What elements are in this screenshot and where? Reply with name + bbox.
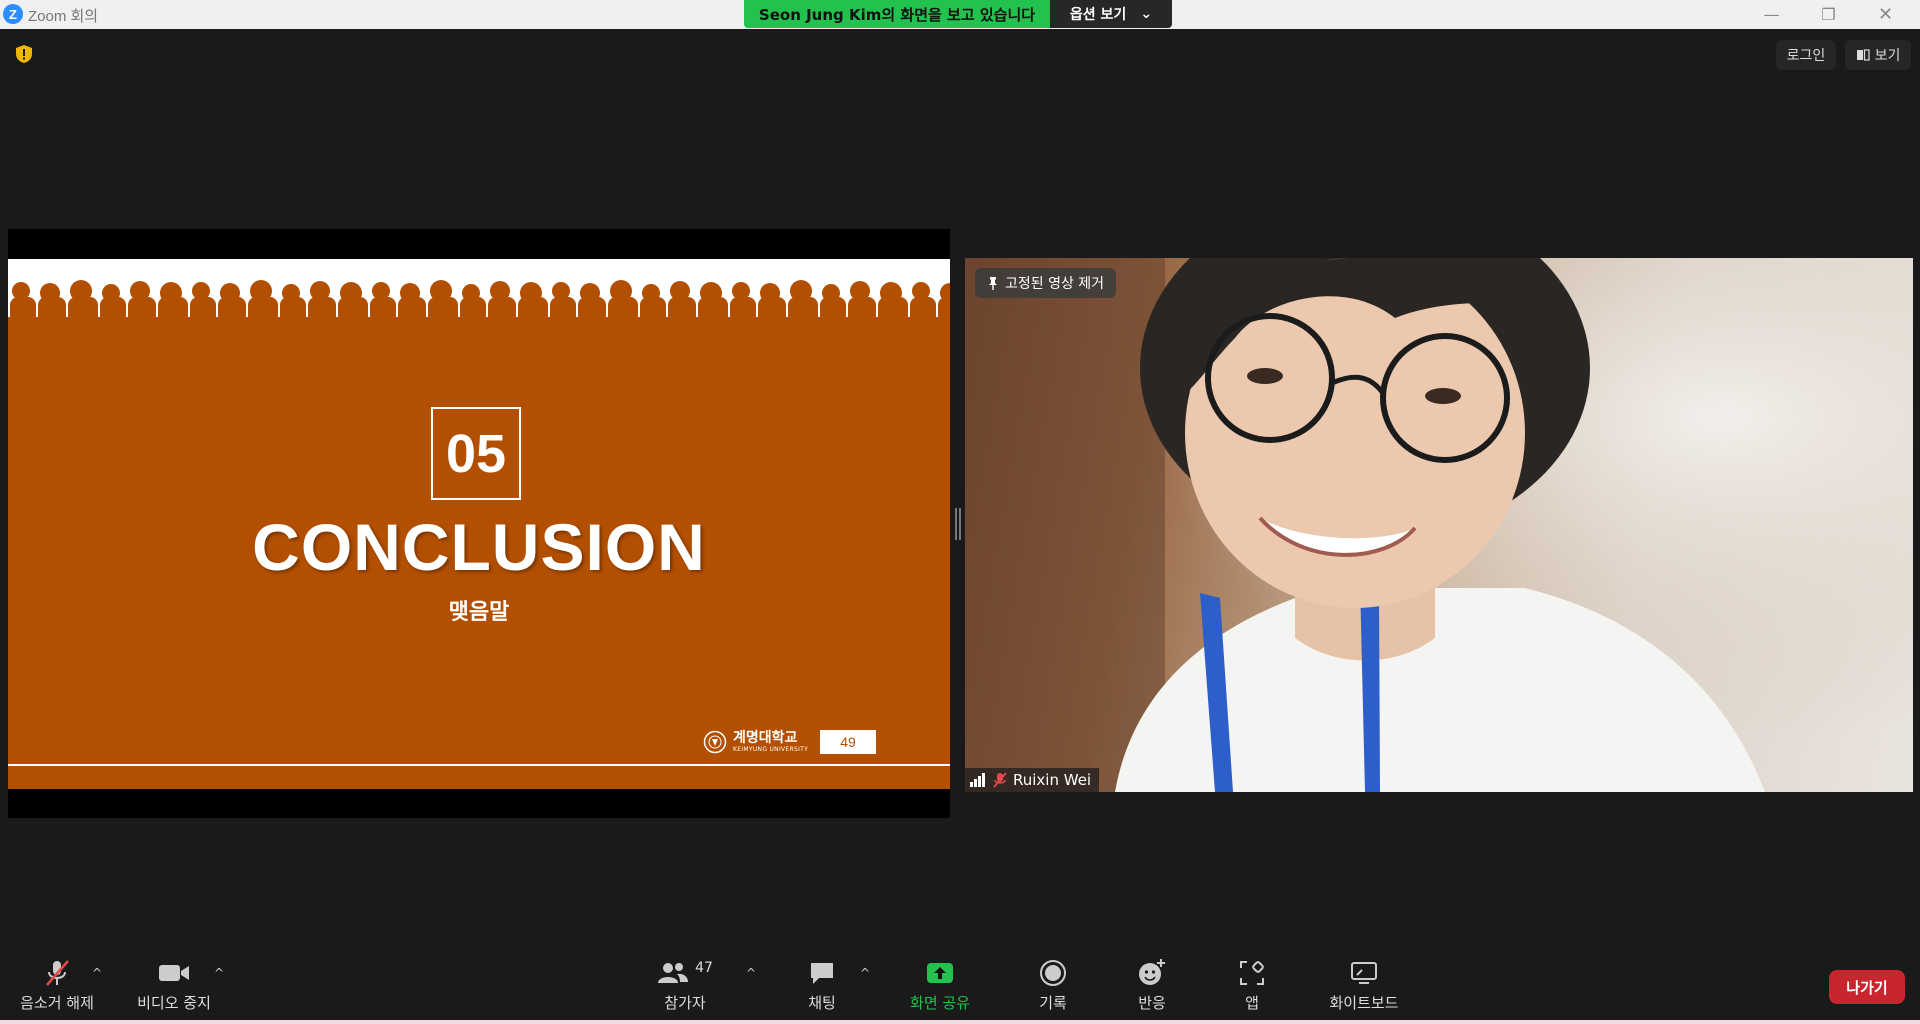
stop-video-label: 비디오 중지 xyxy=(137,994,211,1012)
shield-icon[interactable] xyxy=(14,44,34,64)
slide-subtitle: 맺음말 xyxy=(448,600,510,625)
apps-label: 앱 xyxy=(1245,994,1259,1012)
unmute-label: 음소거 해제 xyxy=(20,994,94,1012)
view-label: 보기 xyxy=(1874,48,1901,64)
shared-screen: 05 CONCLUSION 맺음말 계명대학교 KEIMYUNG UNIVERS… xyxy=(8,229,950,818)
login-button[interactable]: 로그인 xyxy=(1776,40,1836,70)
presentation-slide: 05 CONCLUSION 맺음말 계명대학교 KEIMYUNG UNIVERS… xyxy=(8,259,950,789)
taskbar-edge xyxy=(0,1020,1920,1024)
share-screen-label: 화면 공유 xyxy=(910,994,970,1012)
share-screen-button[interactable]: 화면 공유 xyxy=(885,958,995,1016)
signal-strength-icon xyxy=(970,773,985,787)
participants-icon xyxy=(658,963,689,983)
view-options-button[interactable]: 옵션 보기 ⌄ xyxy=(1050,0,1172,28)
remove-pin-label: 고정된 영상 제거 xyxy=(1005,276,1105,292)
view-button[interactable]: 보기 xyxy=(1845,40,1911,70)
stop-video-button[interactable]: 비디오 중지 xyxy=(119,958,229,1016)
chat-options-caret-icon[interactable]: ^ xyxy=(860,966,870,980)
participants-count: 47 xyxy=(695,960,713,976)
share-screen-icon xyxy=(927,963,953,983)
crowd-silhouette-graphic xyxy=(10,280,950,325)
window-title: Zoom 회의 xyxy=(28,8,99,25)
apps-button[interactable]: 앱 xyxy=(1197,958,1307,1016)
chevron-down-icon: ⌄ xyxy=(1140,6,1153,22)
leave-button[interactable]: 나가기 xyxy=(1829,970,1905,1004)
participant-video-frame xyxy=(965,258,1913,792)
record-icon xyxy=(1040,960,1066,986)
whiteboard-label: 화이트보드 xyxy=(1329,994,1399,1012)
pin-icon xyxy=(989,277,997,290)
meeting-toolbar: 음소거 해제 ^ 비디오 중지 ^ 47 참가자 ^ 채팅 ^ 화면 공유 기록… xyxy=(0,950,1920,1020)
muted-mic-icon xyxy=(993,772,1007,788)
reactions-label: 반응 xyxy=(1138,994,1166,1012)
panel-resize-handle[interactable] xyxy=(955,508,961,540)
login-label: 로그인 xyxy=(1786,48,1826,64)
remove-pin-button[interactable]: 고정된 영상 제거 xyxy=(975,268,1117,298)
video-options-caret-icon[interactable]: ^ xyxy=(214,966,224,980)
view-layout-icon xyxy=(1856,49,1870,61)
university-name-korean: 계명대학교 xyxy=(733,730,798,746)
slide-divider xyxy=(8,764,950,766)
participants-label: 참가자 xyxy=(664,994,706,1012)
audio-options-caret-icon[interactable]: ^ xyxy=(92,966,102,980)
reactions-button[interactable]: 반응 xyxy=(1097,958,1207,1016)
minimize-button[interactable]: — xyxy=(1743,0,1800,29)
participant-name: Ruixin Wei xyxy=(1013,771,1092,789)
record-button[interactable]: 기록 xyxy=(998,958,1108,1016)
participant-name-tag: Ruixin Wei xyxy=(965,768,1100,792)
university-seal-icon xyxy=(703,730,727,754)
slide-section-number: 05 xyxy=(431,407,521,500)
record-label: 기록 xyxy=(1039,994,1067,1012)
apps-icon xyxy=(1240,961,1264,985)
close-button[interactable]: ✕ xyxy=(1857,0,1914,29)
university-logo: 계명대학교 KEIMYUNG UNIVERSITY xyxy=(703,729,808,755)
chat-label: 채팅 xyxy=(808,994,836,1012)
zoom-app-icon: Z xyxy=(3,4,23,24)
participant-video[interactable]: 고정된 영상 제거 Ruixin Wei xyxy=(965,258,1913,792)
video-camera-icon xyxy=(159,965,189,981)
chat-bubble-icon xyxy=(811,963,833,984)
whiteboard-icon xyxy=(1351,962,1377,984)
participants-button[interactable]: 47 참가자 xyxy=(630,958,740,1016)
university-name-english: KEIMYUNG UNIVERSITY xyxy=(733,746,809,753)
slide-page-number: 49 xyxy=(820,730,876,754)
participants-options-caret-icon[interactable]: ^ xyxy=(746,966,756,980)
muted-microphone-icon xyxy=(46,960,69,986)
reaction-emoji-icon xyxy=(1139,959,1165,985)
whiteboard-button[interactable]: 화이트보드 xyxy=(1309,958,1419,1016)
restore-button[interactable]: ❐ xyxy=(1800,0,1857,29)
view-options-label: 옵션 보기 xyxy=(1069,7,1127,23)
viewing-screen-banner: Seon Jung Kim의 화면을 보고 있습니다 xyxy=(744,0,1050,28)
slide-title: CONCLUSION xyxy=(252,510,706,584)
